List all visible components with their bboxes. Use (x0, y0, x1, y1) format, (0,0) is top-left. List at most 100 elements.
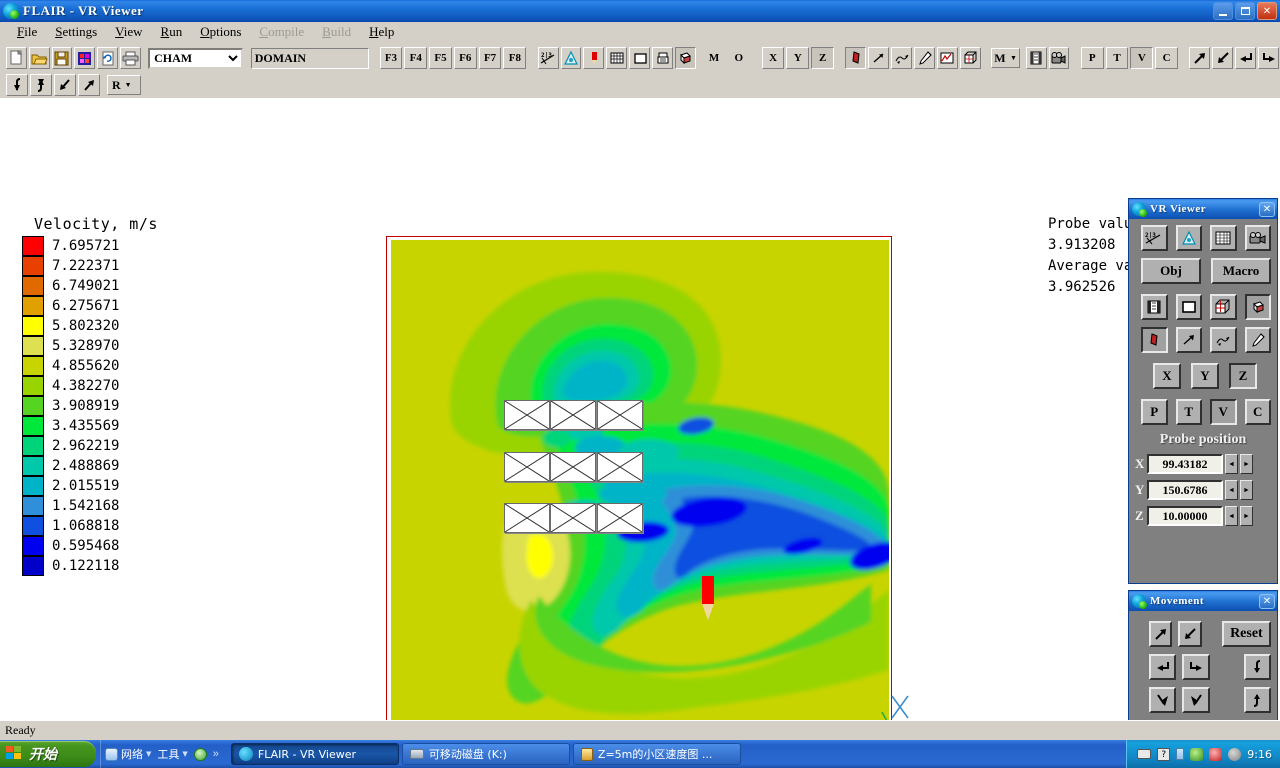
slice-icon[interactable] (845, 47, 866, 69)
menu-item-run[interactable]: Run (152, 23, 192, 41)
move-up-icon[interactable] (1182, 687, 1209, 713)
probe-y-input[interactable]: 150.6786 (1147, 480, 1223, 500)
film-icon[interactable] (1026, 47, 1047, 69)
volume-icon[interactable] (1209, 748, 1222, 761)
minimize-icon[interactable] (1213, 2, 1233, 20)
arrow-icon[interactable] (1176, 327, 1203, 353)
start-button[interactable]: 开始 (0, 741, 96, 767)
axis-x-button[interactable]: X (762, 47, 785, 69)
panel-axis-x-button[interactable]: X (1153, 363, 1181, 389)
axis-z-button[interactable]: Z (811, 47, 834, 69)
move-down-icon[interactable] (1149, 687, 1176, 713)
taskbar-item-flair[interactable]: FLAIR - VR Viewer (231, 743, 399, 765)
panel-c-button[interactable]: C (1245, 399, 1272, 425)
menu-item-file[interactable]: File (8, 23, 46, 41)
m-button[interactable]: M (703, 47, 726, 69)
domain-field[interactable]: DOMAIN (251, 48, 369, 69)
fkey-f6-button[interactable]: F6 (454, 47, 477, 69)
p-button[interactable]: P (1081, 47, 1104, 69)
probe-z-decrement-icon[interactable]: ◄ (1225, 506, 1238, 526)
arrow-down-left-icon[interactable] (1212, 47, 1233, 69)
probe-marker[interactable] (698, 576, 718, 626)
contour-plot-area[interactable] (391, 240, 889, 720)
iso-icon[interactable] (1245, 294, 1272, 320)
reset-button[interactable]: Reset (1222, 621, 1271, 647)
ime-icon[interactable] (1176, 748, 1184, 760)
o-button[interactable]: O (727, 47, 750, 69)
streamline-icon[interactable] (891, 47, 912, 69)
menu-item-options[interactable]: Options (191, 23, 250, 41)
fkey-f5-button[interactable]: F5 (429, 47, 452, 69)
outline-icon[interactable] (629, 47, 650, 69)
rotate-down-icon[interactable] (1244, 687, 1271, 713)
refresh-icon[interactable] (97, 47, 118, 69)
outline-icon[interactable] (1176, 294, 1203, 320)
arrow-return-left-icon[interactable] (1235, 47, 1256, 69)
grid-icon[interactable] (1210, 225, 1237, 251)
panel-t-button[interactable]: T (1176, 399, 1203, 425)
close-icon[interactable]: ✕ (1257, 2, 1277, 20)
move-return-left-icon[interactable] (1149, 654, 1176, 680)
quicklaunch-item-tools[interactable]: 工具 ▼ (157, 746, 187, 762)
r-selector[interactable]: R ▼ (107, 75, 141, 95)
taskbar-item-removable-disk[interactable]: 可移动磁盘 (K:) (402, 743, 570, 765)
graph-icon[interactable] (937, 47, 958, 69)
probe-y-increment-icon[interactable]: ► (1240, 480, 1253, 500)
m-selector[interactable]: M ▼ (991, 48, 1020, 68)
box-icon[interactable] (960, 47, 981, 69)
grid-icon[interactable] (606, 47, 627, 69)
v-button[interactable]: V (1130, 47, 1153, 69)
print-icon[interactable] (120, 47, 141, 69)
fkey-f3-button[interactable]: F3 (380, 47, 403, 69)
fkey-f8-button[interactable]: F8 (503, 47, 526, 69)
maximize-icon[interactable] (1235, 2, 1255, 20)
vector-icon[interactable]: 2|3 (538, 47, 559, 69)
contour-icon[interactable] (1176, 225, 1203, 251)
rotate-down-icon[interactable] (30, 74, 52, 96)
rotate-up-icon[interactable] (6, 74, 28, 96)
save-icon[interactable] (52, 47, 73, 69)
box-icon[interactable] (1210, 294, 1237, 320)
arrow-icon[interactable] (868, 47, 889, 69)
quicklaunch-more-icon[interactable]: » (213, 748, 219, 760)
chevron-down-icon[interactable]: ▼ (182, 750, 187, 758)
contour-plot-frame[interactable] (386, 236, 892, 720)
probe-x-decrement-icon[interactable]: ◄ (1225, 454, 1238, 474)
camera-icon[interactable] (1049, 47, 1070, 69)
vr-viewer-panel[interactable]: VR Viewer ✕ 2|3 Obj Macro (1128, 198, 1278, 584)
probe-z-increment-icon[interactable]: ► (1240, 506, 1253, 526)
rotate-left-icon[interactable] (54, 74, 76, 96)
browser-icon[interactable] (194, 748, 207, 761)
arrow-return-right-icon[interactable] (1258, 47, 1279, 69)
macro-button[interactable]: Macro (1211, 258, 1271, 284)
chevron-down-icon[interactable]: ▼ (146, 750, 151, 758)
menu-item-settings[interactable]: Settings (46, 23, 106, 41)
case-selector[interactable]: CHAM (148, 48, 243, 69)
surface-icon[interactable] (652, 47, 673, 69)
slice-icon[interactable] (1141, 327, 1168, 353)
shield-icon[interactable] (1190, 748, 1203, 761)
c-button[interactable]: C (1155, 47, 1178, 69)
pen-icon[interactable] (1245, 327, 1272, 353)
film-icon[interactable] (1141, 294, 1168, 320)
contour-icon[interactable] (561, 47, 582, 69)
panel-axis-y-button[interactable]: Y (1191, 363, 1219, 389)
panel-p-button[interactable]: P (1141, 399, 1168, 425)
help-icon[interactable]: ? (1157, 748, 1170, 761)
menu-item-view[interactable]: View (106, 23, 151, 41)
probe-icon[interactable] (583, 47, 604, 69)
rotate-right-icon[interactable] (78, 74, 100, 96)
probe-x-input[interactable]: 99.43182 (1147, 454, 1223, 474)
viewer-canvas[interactable]: Velocity, m/s 7.6957217.2223716.7490216.… (0, 98, 1280, 720)
probe-z-input[interactable]: 10.00000 (1147, 506, 1223, 526)
quicklaunch-item-network[interactable]: 网络 ▼ (105, 746, 151, 762)
menu-item-help[interactable]: Help (360, 23, 403, 41)
axis-y-button[interactable]: Y (786, 47, 809, 69)
fkey-f7-button[interactable]: F7 (479, 47, 502, 69)
new-icon[interactable] (6, 47, 27, 69)
move-return-right-icon[interactable] (1182, 654, 1209, 680)
pen-icon[interactable] (914, 47, 935, 69)
panel-v-button[interactable]: V (1210, 399, 1237, 425)
vector-icon[interactable]: 2|3 (1141, 225, 1168, 251)
move-down-left-icon[interactable] (1178, 621, 1201, 647)
